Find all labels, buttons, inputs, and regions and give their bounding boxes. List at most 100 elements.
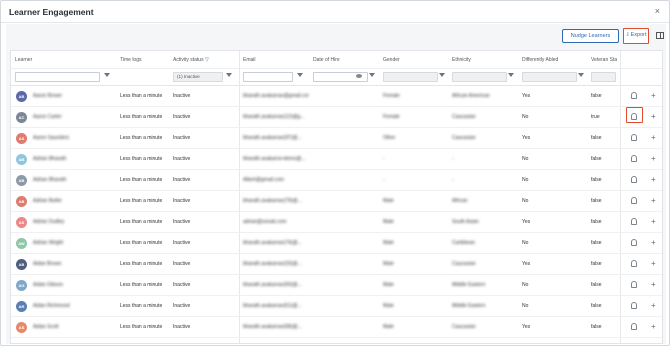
bell-icon[interactable]: [631, 260, 637, 267]
time-logs: Less than a minute: [120, 156, 163, 162]
add-icon[interactable]: +: [651, 296, 656, 316]
add-icon[interactable]: +: [651, 191, 656, 211]
avatar: AW: [16, 238, 27, 249]
table-row[interactable]: AG Aidan Gibson Less than a minute Inact…: [11, 275, 662, 296]
nudge-learners-button[interactable]: Nudge Learners: [562, 29, 619, 43]
add-icon[interactable]: +: [651, 86, 656, 106]
table-row[interactable]: AS Adrian Dudley Less than a minute Inac…: [11, 212, 662, 233]
table-row[interactable]: AW Adrian Wright Less than a minute Inac…: [11, 233, 662, 254]
veteran-status-filter-input[interactable]: [591, 72, 616, 82]
activity-status: Inactive: [173, 114, 191, 120]
add-icon[interactable]: +: [651, 275, 656, 295]
activity-status: Inactive: [173, 219, 191, 225]
bell-icon[interactable]: [631, 92, 637, 99]
table-row[interactable]: AR Aidan Richmond Less than a minute Ina…: [11, 296, 662, 317]
learner-name[interactable]: Adrian Wright: [29, 233, 114, 253]
column-header-time-logs[interactable]: Time logs: [116, 51, 169, 68]
time-logs: Less than a minute: [120, 135, 163, 141]
export-button[interactable]: ⇩Export: [623, 28, 649, 44]
filter-icon[interactable]: [104, 73, 110, 77]
learner-name[interactable]: Aaron Brown: [29, 86, 114, 106]
differently-abled: Yes: [522, 261, 531, 267]
learner-name[interactable]: Aidan Richmond: [29, 296, 114, 316]
bell-icon[interactable]: [631, 239, 637, 246]
gender-filter-input[interactable]: [383, 72, 438, 82]
add-icon[interactable]: +: [651, 212, 656, 232]
add-icon[interactable]: +: [651, 107, 656, 127]
column-header-differently-abled[interactable]: Differently Abled: [518, 51, 588, 68]
differently-abled: No: [522, 114, 529, 120]
learner-name[interactable]: Adrian Butler: [29, 191, 114, 211]
column-header-veteran-status[interactable]: Veteran Stat: [587, 51, 617, 68]
avatar: AB: [16, 154, 27, 165]
bell-icon[interactable]: [631, 323, 637, 330]
add-icon[interactable]: +: [651, 233, 656, 253]
email: bharath.avakarrao(51)@...: [243, 303, 302, 309]
filter-icon[interactable]: [578, 73, 584, 77]
learner-name[interactable]: Aidan Scott: [29, 317, 114, 337]
email-filter-input[interactable]: [243, 72, 293, 82]
avatar: AB: [16, 259, 27, 270]
eye-icon[interactable]: [356, 74, 362, 78]
table-row[interactable]: AC Aaron Carter Less than a minute Inact…: [11, 107, 662, 128]
bell-icon[interactable]: [631, 218, 637, 225]
ethnicity-filter-input[interactable]: [452, 72, 507, 82]
differently-abled: No: [522, 177, 529, 183]
column-header-gender[interactable]: Gender: [379, 51, 449, 68]
differently-abled-filter-input[interactable]: [522, 72, 577, 82]
add-icon[interactable]: +: [651, 149, 656, 169]
email: bharath.avakarrao(74)@...: [243, 240, 302, 246]
differently-abled: Yes: [522, 219, 531, 225]
learner-name[interactable]: Adrian Bharath: [29, 170, 114, 190]
learner-name[interactable]: Aidan Gibson: [29, 275, 114, 295]
table-row[interactable]: AB Aidan Brown Less than a minute Inacti…: [11, 254, 662, 275]
bell-icon[interactable]: [631, 176, 637, 183]
add-icon[interactable]: +: [651, 128, 656, 148]
learner-name[interactable]: Aidan Brown: [29, 254, 114, 274]
activity-status: Inactive: [173, 93, 191, 99]
veteran-status: false: [591, 240, 602, 246]
bell-icon[interactable]: [631, 155, 637, 162]
learner-name[interactable]: Adrian Dudley: [29, 212, 114, 232]
close-icon[interactable]: ×: [655, 6, 660, 16]
bell-icon[interactable]: [631, 281, 637, 288]
gender: Male: [383, 303, 394, 309]
table-row[interactable]: AB Adrian Bharath Less than a minute Ina…: [11, 149, 662, 170]
bell-icon[interactable]: [631, 134, 637, 141]
time-logs: Less than a minute: [120, 282, 163, 288]
learner-name[interactable]: Aaron Saunders: [29, 128, 114, 148]
bell-icon[interactable]: [631, 197, 637, 204]
veteran-status: false: [591, 303, 602, 309]
add-icon[interactable]: +: [651, 317, 656, 337]
bell-icon[interactable]: [631, 302, 637, 309]
table-row[interactable]: AB Adrian Butler Less than a minute Inac…: [11, 191, 662, 212]
differently-abled: No: [522, 156, 529, 162]
filter-icon[interactable]: [297, 73, 303, 77]
column-header-email[interactable]: Email: [239, 51, 309, 68]
differently-abled: No: [522, 282, 529, 288]
avatar: AS: [16, 133, 27, 144]
learner-filter-input[interactable]: [15, 72, 100, 82]
filter-icon[interactable]: [439, 73, 445, 77]
time-logs: Less than a minute: [120, 198, 163, 204]
learner-name[interactable]: Adrian Bharath: [29, 149, 114, 169]
column-header-activity-status[interactable]: Activity status ▽: [169, 51, 234, 68]
filter-icon[interactable]: [226, 73, 232, 77]
filter-icon[interactable]: [369, 73, 375, 77]
activity-status-filter-input[interactable]: (1) Inactive: [173, 72, 223, 82]
add-icon[interactable]: +: [651, 170, 656, 190]
table-row[interactable]: AS Aaron Saunders Less than a minute Ina…: [11, 128, 662, 149]
ethnicity: Caucasian: [452, 261, 476, 267]
table-row[interactable]: AB Adrian Bharath Less than a minute Ina…: [11, 170, 662, 191]
ethnicity: Middle Eastern: [452, 303, 486, 309]
dialog-header: Learner Engagement ×: [1, 1, 669, 23]
learner-name[interactable]: Aaron Carter: [29, 107, 114, 127]
table-row[interactable]: AB Aaron Brown Less than a minute Inacti…: [11, 86, 662, 107]
table-row[interactable]: AS Aidan Scott Less than a minute Inacti…: [11, 317, 662, 338]
column-header-date-of-hire[interactable]: Date of Hire: [309, 51, 379, 68]
columns-icon[interactable]: [656, 32, 664, 39]
add-icon[interactable]: +: [651, 254, 656, 274]
filter-icon[interactable]: [508, 73, 514, 77]
column-header-ethnicity[interactable]: Ethnicity: [448, 51, 518, 68]
column-header-learner[interactable]: Learner: [11, 51, 116, 68]
